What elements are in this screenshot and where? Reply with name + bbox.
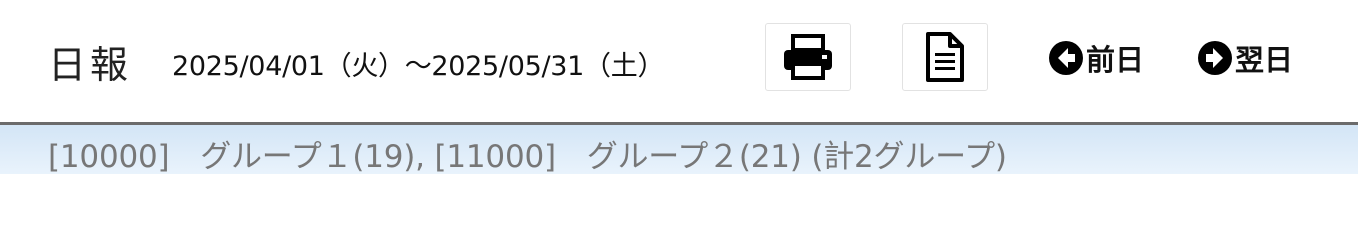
document-icon (926, 32, 964, 82)
document-button[interactable] (902, 23, 988, 91)
arrow-right-circle-icon (1198, 41, 1232, 75)
print-button[interactable] (765, 23, 851, 91)
group-list-text: [10000] グループ１(19), [11000] グループ２(21) (計2… (48, 139, 1007, 175)
arrow-left-circle-icon (1049, 41, 1083, 75)
printer-icon (784, 34, 832, 80)
next-day-label: 翌日 (1235, 43, 1294, 77)
prev-day-link[interactable]: 前日 (1048, 38, 1144, 78)
report-header: 日報 2025/04/01（火）～2025/05/31（土） 前日 翌日 (0, 0, 1358, 122)
report-page: 日報 2025/04/01（火）～2025/05/31（土） 前日 翌日 [10… (0, 0, 1358, 216)
prev-day-label: 前日 (1086, 43, 1145, 77)
group-bar: [10000] グループ１(19), [11000] グループ２(21) (計2… (0, 125, 1358, 175)
date-range: 2025/04/01（火）～2025/05/31（土） (172, 51, 665, 82)
next-day-link[interactable]: 翌日 (1197, 38, 1293, 78)
page-title: 日報 (48, 43, 133, 87)
